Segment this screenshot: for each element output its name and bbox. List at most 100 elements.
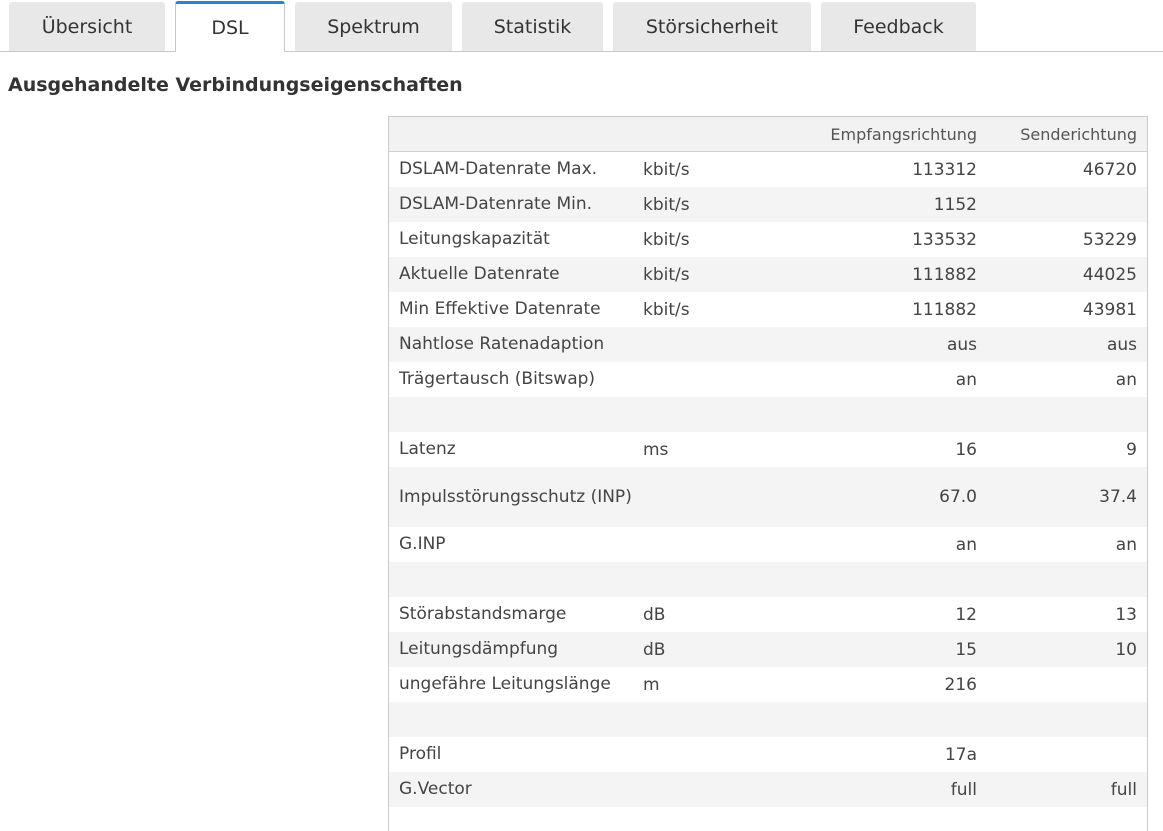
row-receive-value: 216: [944, 674, 977, 695]
table-row: Trägertausch (Bitswap) an an: [389, 362, 1147, 397]
row-label: ungefähre Leitungslänge: [399, 674, 611, 695]
row-unit: [643, 467, 743, 527]
row-label: Latenz: [399, 439, 456, 460]
row-label: Impulsstörungsschutz (INP): [399, 486, 632, 507]
header-label: [389, 117, 643, 152]
row-unit: [643, 562, 743, 597]
row-receive-value: aus: [946, 334, 977, 355]
row-receive-value: 1152: [933, 194, 977, 215]
row-label: [389, 397, 643, 432]
row-unit: kbit/s: [643, 299, 690, 320]
header-unit: [643, 117, 743, 152]
row-receive-value: an: [955, 369, 977, 390]
row-unit: kbit/s: [643, 264, 690, 285]
row-unit: [643, 702, 743, 737]
table-row: Nahtlose Ratenadaption aus aus: [389, 327, 1147, 362]
row-send-value: 13: [1115, 604, 1137, 625]
row-receive-value: 133532: [912, 229, 977, 250]
row-label: DSLAM-Datenrate Max.: [399, 159, 598, 180]
connection-properties-panel: Empfangsrichtung Senderichtung DSLAM-Dat…: [388, 116, 1148, 831]
row-label: Leitungskapazität: [399, 229, 550, 250]
row-send-value: [977, 702, 1147, 737]
row-receive-value: [743, 562, 977, 597]
row-unit: kbit/s: [643, 229, 690, 250]
table-row: Impulsstörungsschutz (INP) 67.0 37.4: [389, 467, 1147, 527]
row-receive-value: [743, 397, 977, 432]
row-unit: kbit/s: [643, 159, 690, 180]
row-receive-value: 15: [955, 639, 977, 660]
row-send-value: 46720: [1082, 159, 1137, 180]
row-receive-value: 16: [955, 439, 977, 460]
table-row: Störabstandsmarge dB 12 13: [389, 597, 1147, 632]
row-send-value: full: [1110, 779, 1137, 800]
row-unit: kbit/s: [643, 194, 690, 215]
row-label: [389, 702, 643, 737]
row-unit: [643, 737, 743, 772]
row-unit: [643, 397, 743, 432]
tab-feedback[interactable]: Feedback: [821, 2, 976, 51]
row-label: Leitungsdämpfung: [399, 639, 559, 660]
row-send-value: 37.4: [1099, 487, 1137, 507]
row-unit: dB: [643, 639, 666, 660]
row-receive-value: 17a: [944, 744, 977, 765]
row-receive-value: 113312: [912, 159, 977, 180]
row-receive-value: full: [950, 779, 977, 800]
row-label: G.Vector: [399, 779, 472, 800]
row-send-value: aus: [1106, 334, 1137, 355]
row-label: Störabstandsmarge: [399, 604, 567, 625]
table-row: Profil 17a: [389, 737, 1147, 772]
tab-statistik[interactable]: Statistik: [462, 2, 603, 51]
row-label: Trägertausch (Bitswap): [399, 369, 596, 390]
row-receive-value: an: [955, 534, 977, 555]
section-title: Ausgehandelte Verbindungseigenschaften: [8, 74, 463, 96]
table-row: Latenz ms 16 9: [389, 432, 1147, 467]
table-row: [389, 562, 1147, 597]
row-label: [389, 562, 643, 597]
table-row: DSLAM-Datenrate Min. kbit/s 1152: [389, 187, 1147, 222]
row-unit: [643, 772, 743, 807]
row-send-value: 10: [1115, 639, 1137, 660]
row-send-value: [977, 187, 1147, 222]
row-send-value: 9: [1126, 439, 1137, 460]
row-label: DSLAM-Datenrate Min.: [399, 194, 593, 215]
tab-uebersicht[interactable]: Übersicht: [9, 2, 165, 51]
row-send-value: 53229: [1082, 229, 1137, 250]
row-unit: [643, 527, 743, 562]
table-row: G.Vector full full: [389, 772, 1147, 807]
row-send-value: [977, 562, 1147, 597]
row-unit: dB: [643, 604, 666, 625]
tab-stoersicherheit[interactable]: Störsicherheit: [613, 2, 811, 51]
header-send-direction: Senderichtung: [977, 117, 1147, 152]
row-send-value: [977, 397, 1147, 432]
tab-spektrum[interactable]: Spektrum: [295, 2, 452, 51]
row-receive-value: 111882: [912, 264, 977, 285]
tab-bar: Übersicht DSL Spektrum Statistik Störsic…: [0, 0, 1163, 52]
row-label: Aktuelle Datenrate: [399, 264, 560, 285]
table-row: ungefähre Leitungslänge m 216: [389, 667, 1147, 702]
row-unit: [643, 362, 743, 397]
table-row: G.INP an an: [389, 527, 1147, 562]
table-row: [389, 702, 1147, 737]
table-row: Aktuelle Datenrate kbit/s 111882 44025: [389, 257, 1147, 292]
row-receive-value: 12: [955, 604, 977, 625]
row-send-value: [977, 667, 1147, 702]
row-send-value: an: [1115, 534, 1137, 555]
row-send-value: 43981: [1082, 299, 1137, 320]
table-row: Leitungskapazität kbit/s 133532 53229: [389, 222, 1147, 257]
row-receive-value: [743, 702, 977, 737]
table-row: [389, 397, 1147, 432]
row-send-value: 44025: [1082, 264, 1137, 285]
row-unit: ms: [643, 439, 669, 460]
row-label: Nahtlose Ratenadaption: [399, 334, 605, 355]
row-label: Min Effektive Datenrate: [399, 299, 601, 320]
connection-properties-table: Empfangsrichtung Senderichtung DSLAM-Dat…: [389, 117, 1147, 807]
row-unit: [643, 327, 743, 362]
table-row: Min Effektive Datenrate kbit/s 111882 43981: [389, 292, 1147, 327]
row-label: Profil: [399, 744, 442, 765]
header-receive-direction: Empfangsrichtung: [743, 117, 977, 152]
row-send-value: an: [1115, 369, 1137, 390]
tab-dsl[interactable]: DSL: [175, 1, 285, 52]
row-receive-value: 67.0: [939, 487, 977, 507]
table-row: Leitungsdämpfung dB 15 10: [389, 632, 1147, 667]
row-send-value: [977, 737, 1147, 772]
